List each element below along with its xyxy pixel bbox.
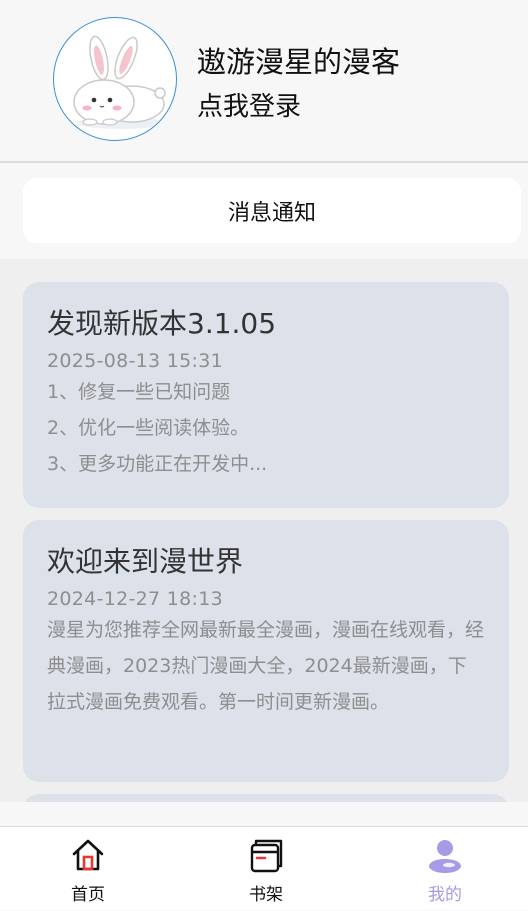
- username: 遨游漫星的漫客: [197, 45, 401, 79]
- bookshelf-icon: [250, 839, 283, 873]
- notice-title: 欢迎来到漫世界: [47, 545, 244, 578]
- avatar[interactable]: [53, 17, 177, 141]
- login-link[interactable]: 点我登录: [197, 86, 301, 123]
- bottom-tab-bar: 首页 书架 我的: [0, 826, 528, 910]
- notifications-button-label: 消息通知: [227, 200, 316, 226]
- tab-label: 我的: [428, 885, 462, 905]
- notice-card[interactable]: 发现新版本3.1.05 2025-08-13 15:31 1、修复一些已知问题 …: [23, 282, 509, 508]
- notifications-button[interactable]: 消息通知: [23, 178, 521, 243]
- tab-label: 书架: [249, 885, 283, 905]
- notice-line: 3、更多功能正在开发中...: [47, 453, 268, 475]
- notice-date: 2025-08-13 15:31: [47, 350, 224, 372]
- notice-card[interactable]: 欢迎来到漫世界 2024-12-27 18:13 漫星为您推荐全网最新最全漫画，…: [23, 520, 509, 782]
- notice-body: 漫星为您推荐全网最新最全漫画，漫画在线观看，经典漫画，2023热门漫画大全，20…: [47, 619, 485, 713]
- profile-header: 遨游漫星的漫客 点我登录: [0, 0, 528, 161]
- tab-home[interactable]: 首页: [28, 827, 148, 911]
- header-divider: [0, 161, 528, 163]
- notice-line: 2、优化一些阅读体验。: [47, 417, 250, 439]
- user-icon: [429, 840, 461, 873]
- notice-title: 发现新版本3.1.05: [47, 307, 277, 340]
- home-icon: [72, 839, 104, 871]
- notice-date: 2024-12-27 18:13: [47, 588, 224, 610]
- notice-card[interactable]: [23, 794, 509, 802]
- tab-label: 首页: [71, 885, 105, 905]
- notice-line: 1、修复一些已知问题: [47, 381, 231, 403]
- notice-feed[interactable]: 发现新版本3.1.05 2025-08-13 15:31 1、修复一些已知问题 …: [0, 259, 528, 802]
- tab-mine[interactable]: 我的: [385, 827, 505, 911]
- bunny-avatar-icon: [73, 35, 166, 129]
- tab-bookshelf[interactable]: 书架: [206, 827, 326, 911]
